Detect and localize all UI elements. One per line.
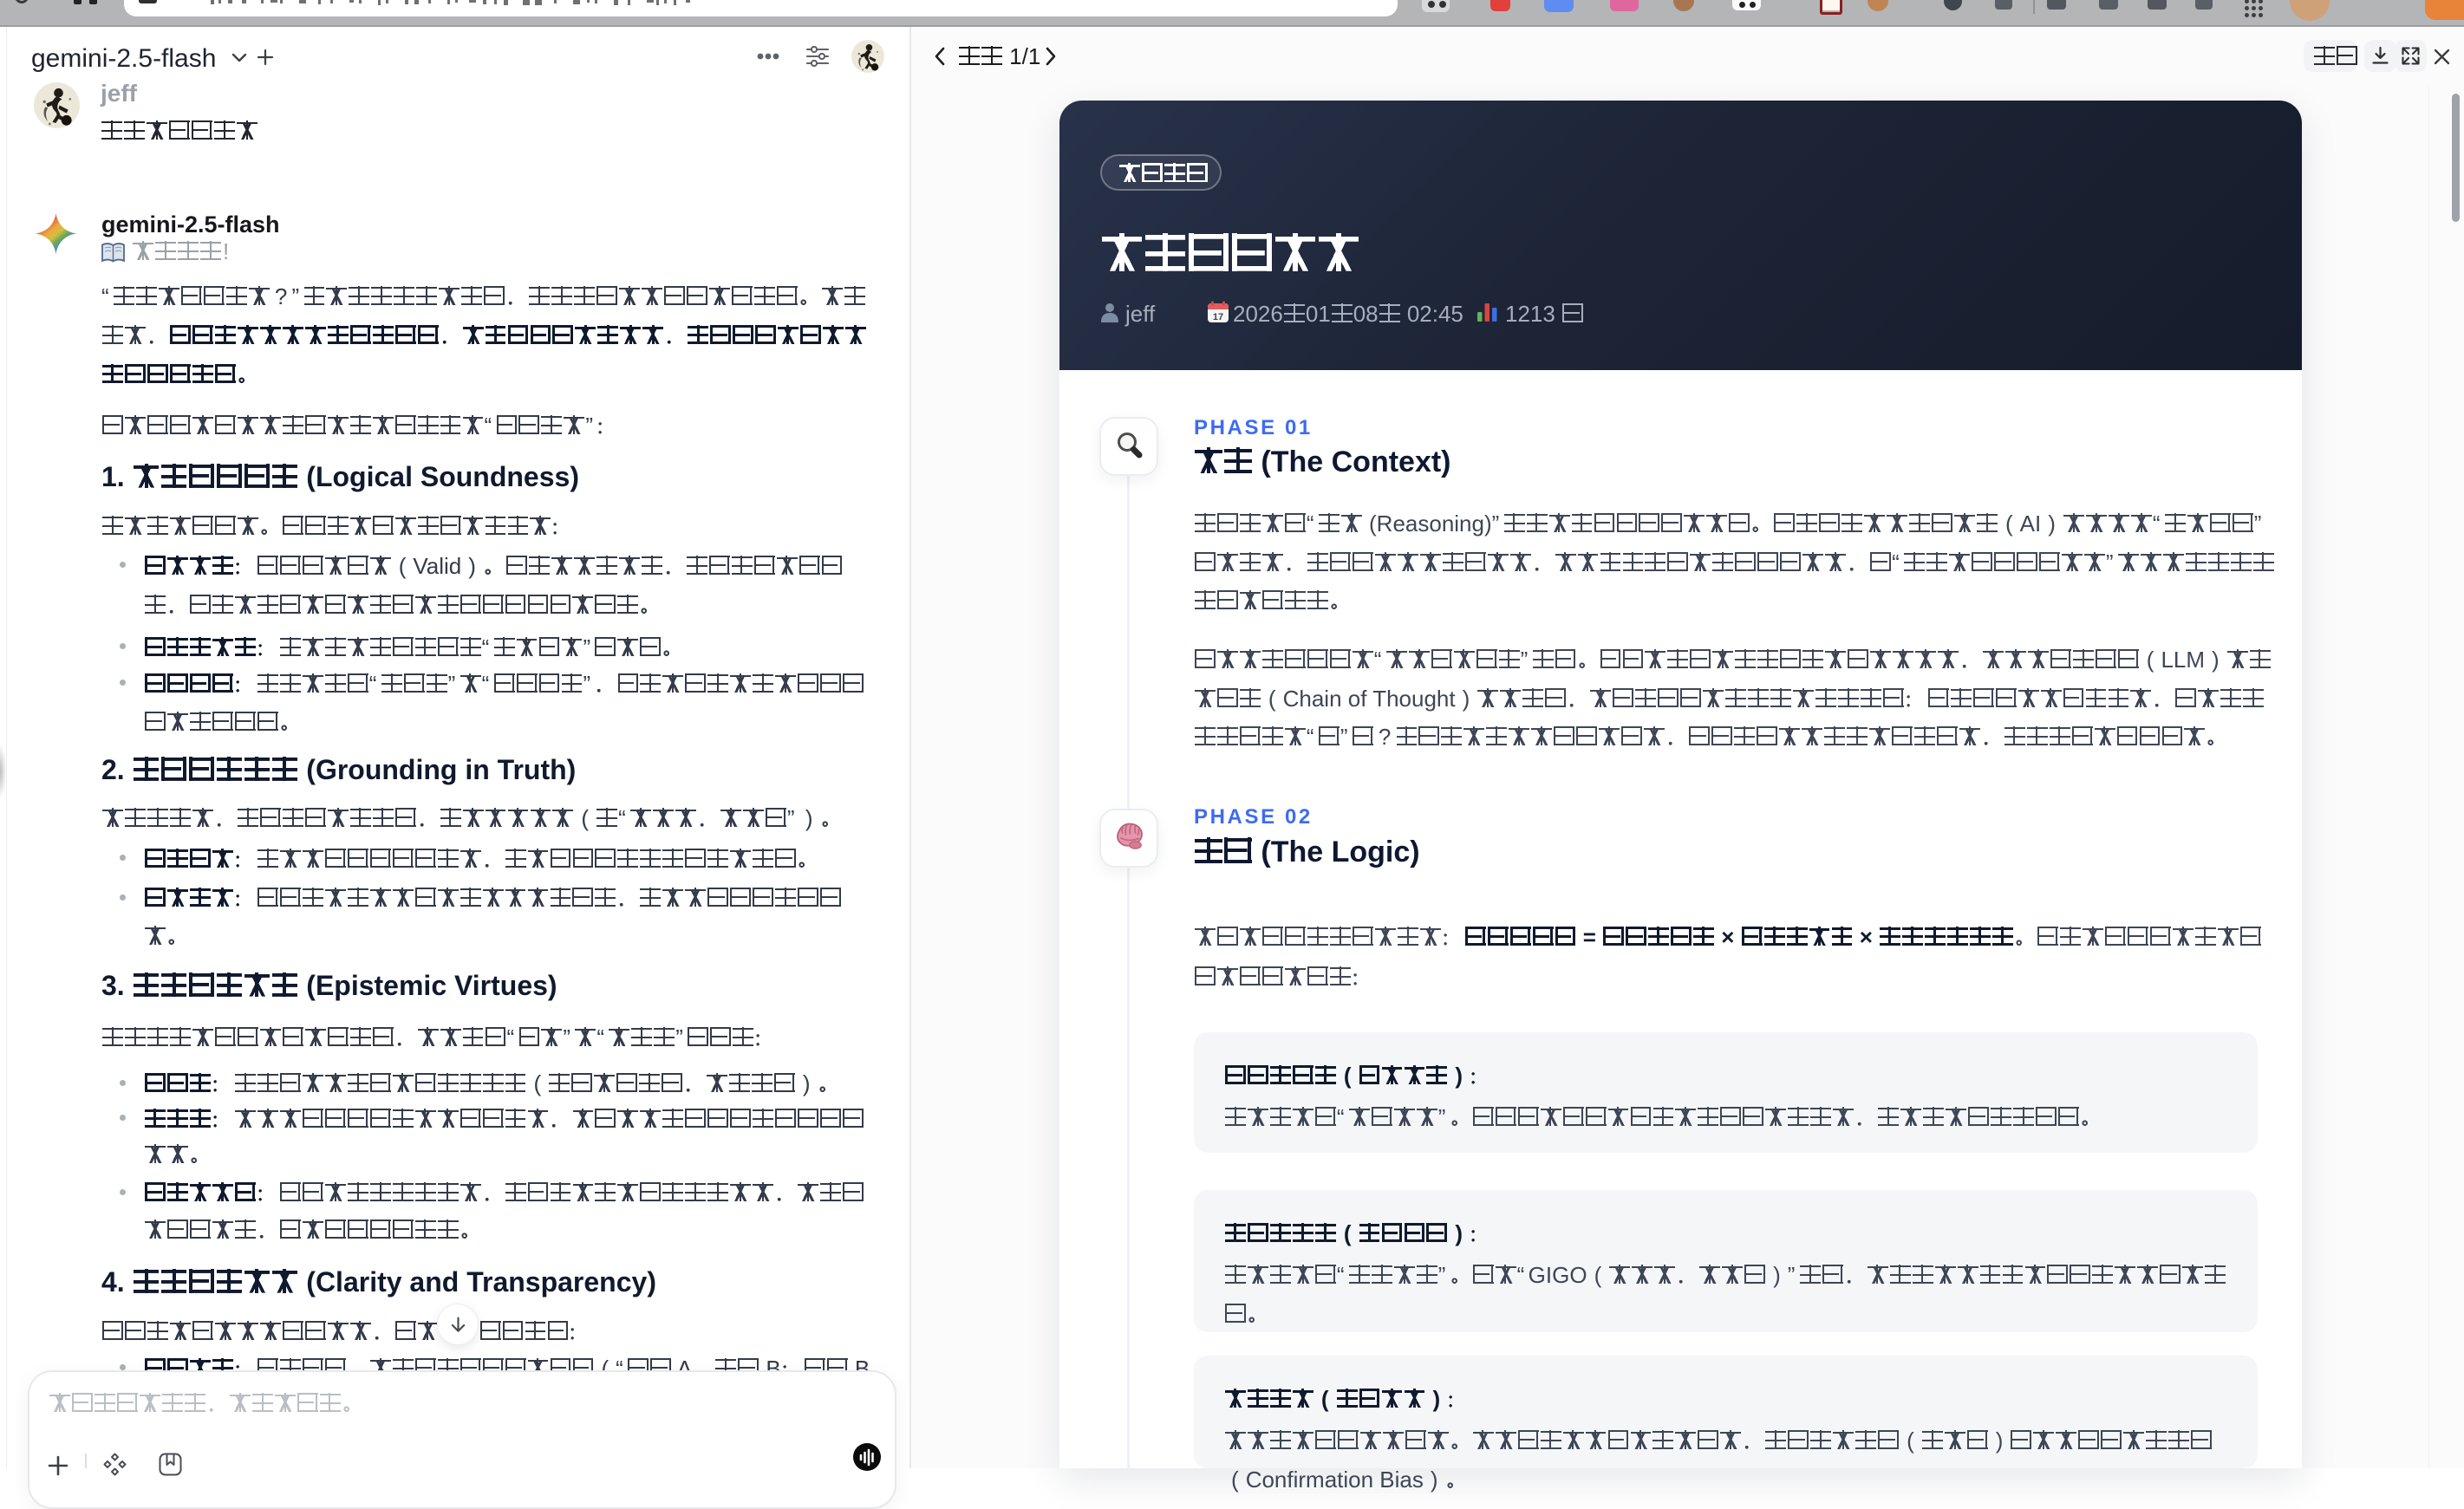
svg-text:17: 17 [1213,312,1223,322]
